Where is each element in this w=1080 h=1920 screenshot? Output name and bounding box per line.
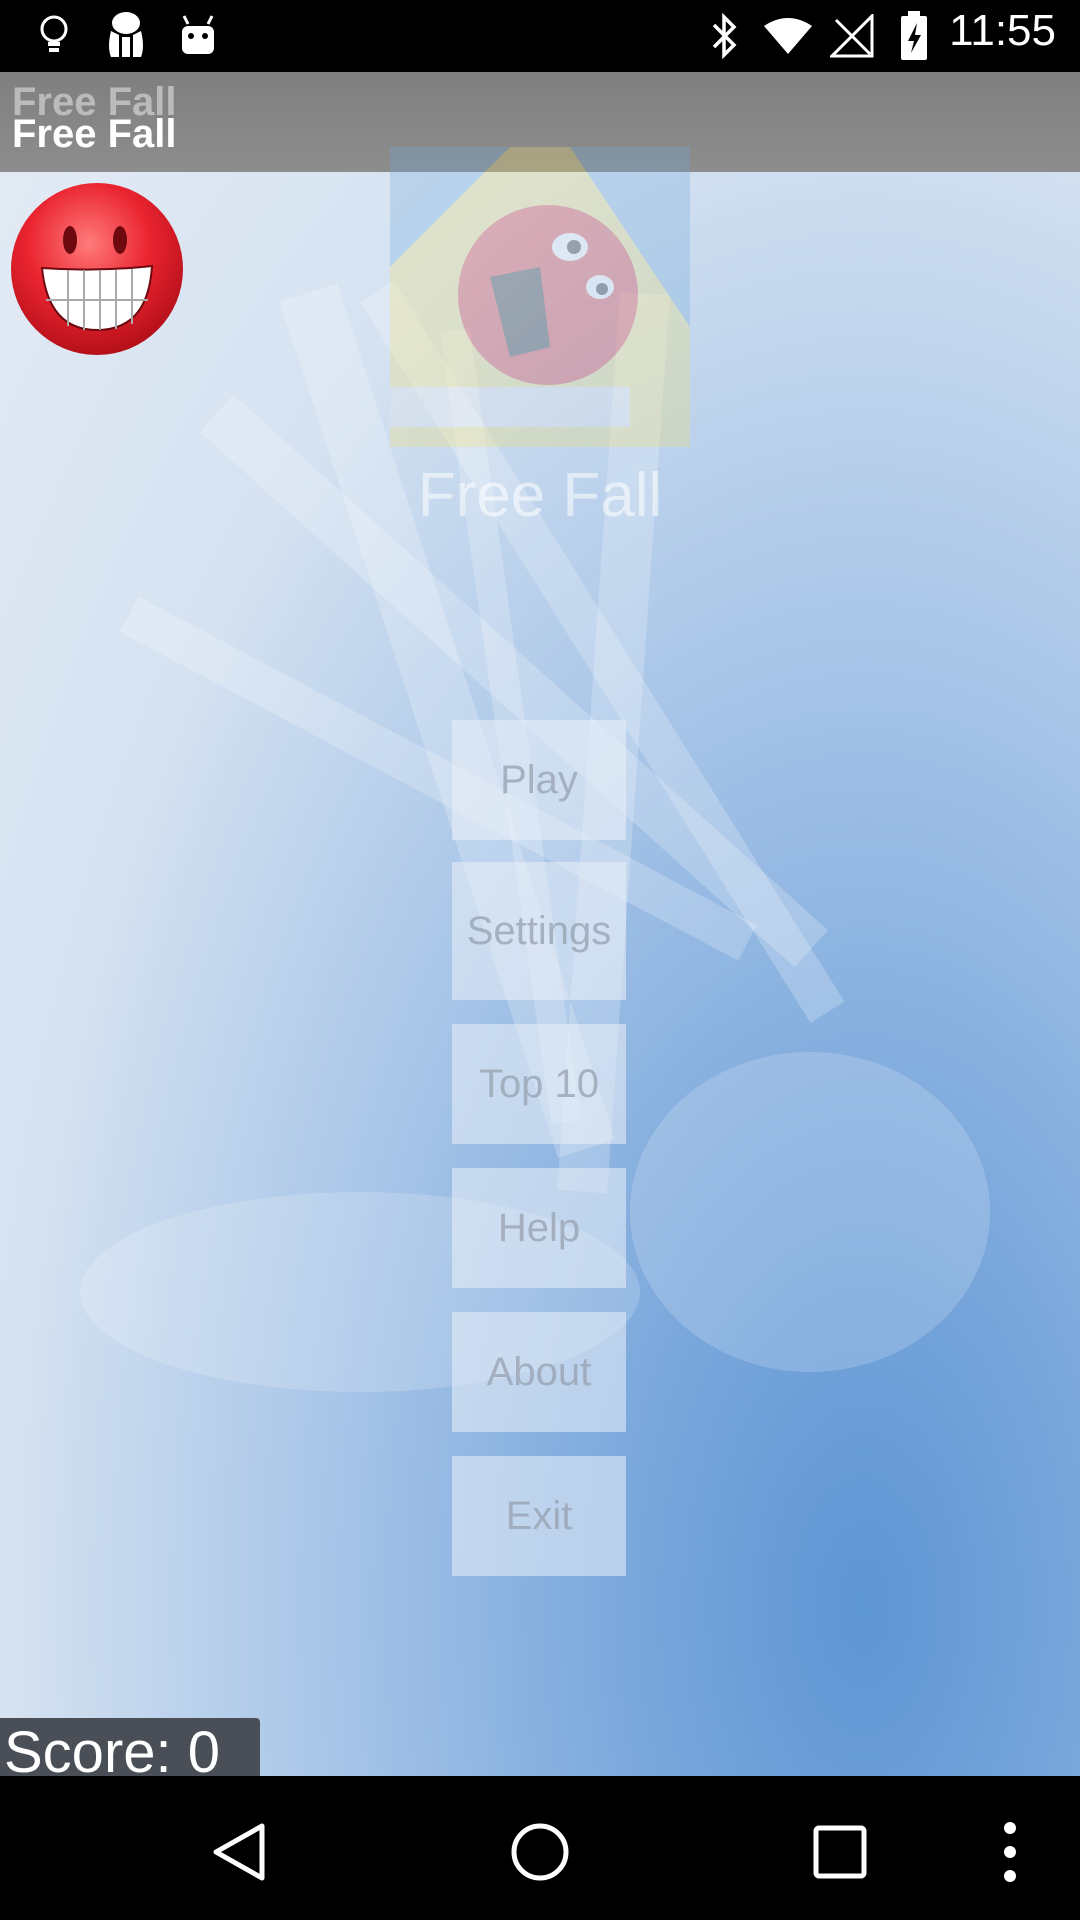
game-heading: Free Fall — [417, 461, 663, 530]
lightbulb-icon — [34, 10, 74, 62]
settings-button[interactable]: Settings — [452, 862, 626, 1000]
overflow-menu-icon[interactable] — [980, 1812, 1040, 1892]
home-icon[interactable] — [500, 1812, 580, 1892]
smiley-ball-icon[interactable] — [8, 180, 186, 358]
score-label: Score: 0 — [0, 1718, 260, 1776]
bluetooth-icon — [706, 10, 742, 62]
clock: 11:55 — [949, 6, 1056, 55]
play-button[interactable]: Play — [452, 720, 626, 840]
top10-button[interactable]: Top 10 — [452, 1024, 626, 1144]
no-signal-icon — [828, 10, 876, 62]
app-title: Free Fall — [12, 112, 177, 156]
cloud-shape — [630, 1052, 990, 1372]
game-logo — [390, 147, 690, 447]
exit-button[interactable]: Exit — [452, 1456, 626, 1576]
about-button[interactable]: About — [452, 1312, 626, 1432]
battery-icon — [896, 10, 932, 62]
status-bar: 11:55 — [0, 0, 1080, 72]
wifi-icon — [760, 10, 816, 62]
app-notification-icon — [104, 10, 148, 62]
android-icon — [176, 10, 220, 62]
back-icon[interactable] — [200, 1812, 280, 1892]
navigation-bar — [0, 1776, 1080, 1920]
help-button[interactable]: Help — [452, 1168, 626, 1288]
game-screen[interactable]: Free Fall Free Fall Free Fall Play Setti… — [0, 72, 1080, 1776]
recents-icon[interactable] — [800, 1812, 880, 1892]
